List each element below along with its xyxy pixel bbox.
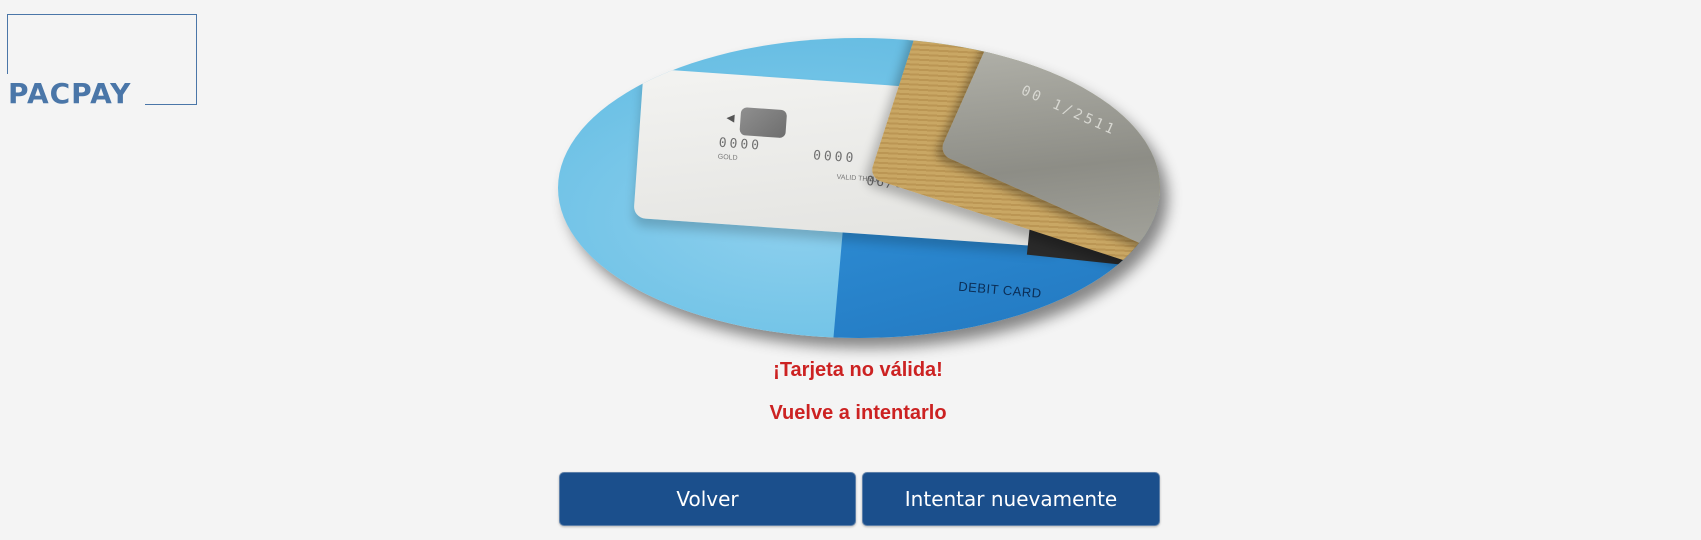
logo-text: PACPAY: [8, 77, 132, 110]
card-digits: 0000: [718, 135, 763, 154]
card-digits: 00 1/2511: [1018, 82, 1120, 140]
retry-button[interactable]: Intentar nuevamente: [862, 472, 1160, 526]
pacpay-logo: PACPAY: [7, 14, 197, 110]
page: PACPAY DEBIT CARD 0000 0000 GOLD VALID T…: [0, 0, 1701, 540]
back-button[interactable]: Volver: [559, 472, 856, 526]
error-title: ¡Tarjeta no válida!: [773, 359, 943, 381]
card-arrow-icon: [726, 114, 735, 123]
logo-frame-right: [196, 14, 197, 105]
card-chip: [739, 107, 788, 139]
error-hint: Vuelve a intentarlo: [769, 402, 947, 424]
logo-frame-left: [7, 14, 8, 74]
logo-frame-top: [7, 14, 196, 15]
card-digits: 0000: [812, 148, 857, 167]
debit-card-label: DEBIT CARD: [957, 278, 1043, 301]
card-gold-label: GOLD: [717, 153, 738, 162]
credit-cards-image: DEBIT CARD 0000 0000 GOLD VALID THRU 06/…: [558, 38, 1160, 338]
logo-frame-bottom: [145, 104, 197, 105]
